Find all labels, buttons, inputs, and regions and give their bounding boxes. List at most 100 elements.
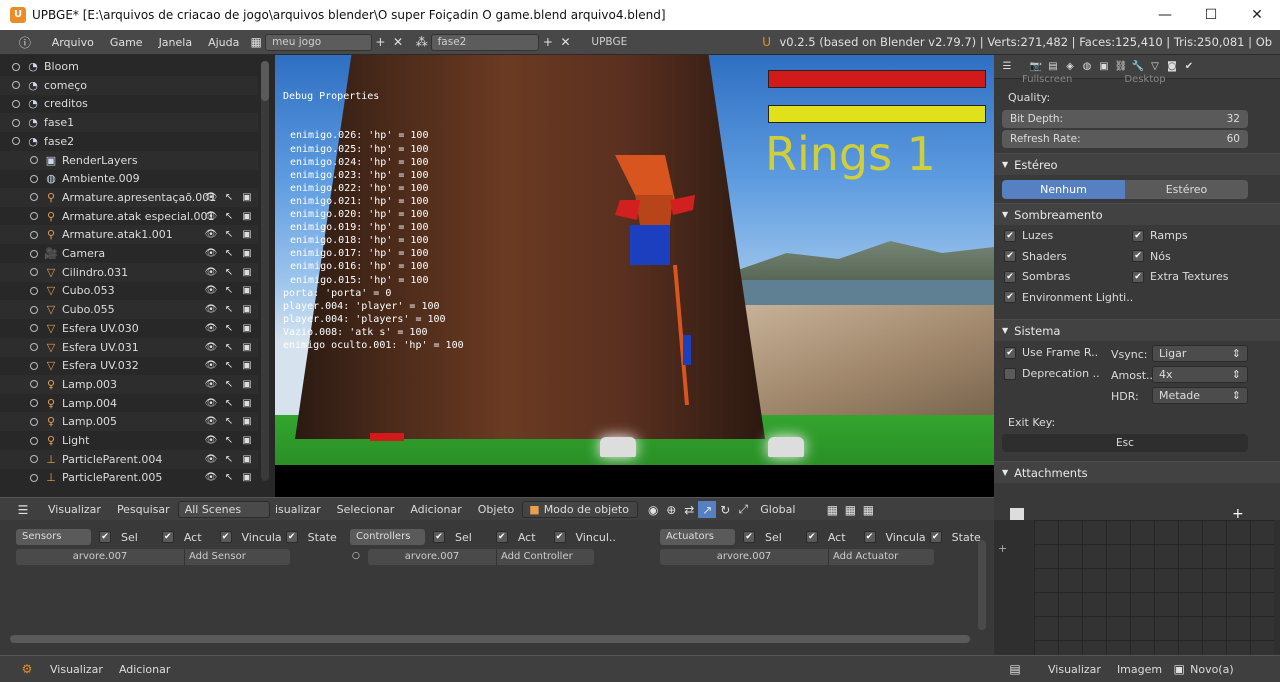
cursor-icon[interactable]: ↖: [222, 360, 236, 371]
screen-layout-icon[interactable]: ▦: [247, 34, 265, 51]
expand-toggle-icon[interactable]: [30, 156, 38, 164]
stereo-panel-header[interactable]: ▼ Estéreo: [994, 153, 1280, 175]
outliner-editor-icon[interactable]: ☰: [14, 501, 32, 518]
cursor-icon[interactable]: ↖: [222, 379, 236, 390]
system-panel-header[interactable]: ▼ Sistema: [994, 319, 1280, 341]
attachments-panel-header[interactable]: ▼ Attachments: [994, 461, 1280, 483]
eye-icon[interactable]: 👁: [204, 454, 218, 465]
outliner-row[interactable]: ⊥ ParticleParent.005 👁 ↖ ▣: [0, 468, 258, 487]
eye-icon[interactable]: 👁: [204, 248, 218, 259]
properties-editor-icon[interactable]: ☰: [1000, 60, 1014, 74]
expand-toggle-icon[interactable]: [30, 436, 38, 445]
translate-icon[interactable]: ↗: [698, 501, 717, 518]
render-icon[interactable]: ▣: [240, 342, 254, 353]
outliner-row[interactable]: ◔ creditos: [0, 94, 258, 113]
sensors-dropdown[interactable]: Sensors: [16, 529, 91, 545]
cursor-icon[interactable]: ↖: [222, 304, 236, 315]
remove-screen-icon[interactable]: ✕: [389, 34, 407, 51]
actuators-dropdown[interactable]: Actuators: [660, 529, 735, 545]
eye-icon[interactable]: 👁: [204, 472, 218, 483]
render-icon[interactable]: ▣: [240, 454, 254, 465]
shading-panel-header[interactable]: ▼ Sombreamento: [994, 203, 1280, 225]
game-viewport[interactable]: Rings 1 Debug Properties enimigo.026: 'h…: [275, 55, 994, 497]
actuators-sel-checkbox[interactable]: [743, 531, 755, 543]
physics-tab-icon[interactable]: ✔: [1182, 60, 1196, 74]
scene-icon[interactable]: ⁂: [413, 34, 431, 51]
image-browse-icon[interactable]: ▣: [1170, 661, 1188, 678]
hdr-dropdown[interactable]: Metade ⇕: [1152, 387, 1248, 404]
expand-toggle-icon[interactable]: [30, 249, 38, 258]
image-view-menu[interactable]: Visualizar: [1040, 663, 1109, 676]
menu-game[interactable]: Game: [102, 36, 151, 49]
object-tab-icon[interactable]: ▣: [1097, 60, 1111, 74]
menu-janela[interactable]: Janela: [151, 36, 201, 49]
expand-toggle-icon[interactable]: [12, 62, 20, 71]
render-icon[interactable]: ▣: [240, 379, 254, 390]
scene-tab-icon[interactable]: ◈: [1063, 60, 1077, 74]
shading-checkbox[interactable]: [1004, 250, 1016, 262]
stereo-none-option[interactable]: Nenhum: [1002, 179, 1125, 199]
screen-layout-field[interactable]: meu jogo: [265, 33, 372, 51]
eye-icon[interactable]: 👁: [204, 229, 218, 240]
outliner-row[interactable]: ▽ Esfera UV.031 👁 ↖ ▣: [0, 337, 258, 357]
render-tab-icon[interactable]: 📷: [1029, 60, 1043, 74]
render-icon[interactable]: ▣: [240, 416, 254, 427]
shading-checkbox[interactable]: [1132, 229, 1144, 242]
actuators-act-checkbox[interactable]: [805, 531, 818, 543]
expand-toggle-icon[interactable]: [30, 473, 38, 482]
outliner-row[interactable]: ⊥ ParticleParent.004 👁 ↖ ▣: [0, 449, 258, 469]
expand-toggle-icon[interactable]: [12, 81, 20, 90]
actuators-state-checkbox[interactable]: [929, 531, 942, 543]
outliner-row[interactable]: ♀ Lamp.004 👁 ↖ ▣: [0, 394, 258, 413]
image-editor[interactable]: + +: [994, 506, 1280, 655]
outliner-row[interactable]: ♀ Lamp.003 👁 ↖ ▣: [0, 374, 258, 394]
modifiers-tab-icon[interactable]: 🔧: [1131, 60, 1145, 74]
cursor-icon[interactable]: ↖: [222, 267, 236, 278]
outliner-row[interactable]: ◍ Ambiente.009: [0, 169, 258, 188]
logic-vertical-scrollbar[interactable]: [978, 540, 986, 630]
layers-grid-icon[interactable]: ▦: [823, 501, 841, 518]
add-sensor-dropdown[interactable]: Add Sensor: [184, 549, 290, 565]
render-icon[interactable]: ▣: [240, 398, 254, 409]
expand-toggle-icon[interactable]: [12, 118, 20, 127]
render-icon[interactable]: ▣: [240, 229, 254, 240]
outliner-row[interactable]: ▽ Cubo.053 👁 ↖ ▣: [0, 281, 258, 300]
outliner-row[interactable]: ◔ começo: [0, 75, 258, 95]
expand-toggle-icon[interactable]: [30, 361, 38, 370]
add-actuator-dropdown[interactable]: Add Actuator: [828, 549, 934, 565]
scene-field[interactable]: fase2: [430, 33, 539, 51]
expand-toggle-icon[interactable]: [30, 193, 38, 202]
outliner-row[interactable]: ⚲ Armature.atak especial.001 👁 ↖ ▣: [0, 207, 258, 226]
rotate-icon[interactable]: ↻: [716, 501, 734, 518]
cursor-icon[interactable]: ↖: [222, 435, 236, 446]
cursor-icon[interactable]: ↖: [222, 248, 236, 259]
shading-icon[interactable]: ◉: [644, 501, 662, 518]
shading-checkbox[interactable]: [1004, 291, 1016, 303]
expand-toggle-icon[interactable]: [30, 305, 38, 314]
outliner-search-menu[interactable]: Pesquisar: [109, 503, 178, 516]
expand-toggle-icon[interactable]: [12, 137, 20, 146]
expand-toggle-icon[interactable]: [30, 455, 38, 464]
render-icon[interactable]: ▣: [240, 285, 254, 296]
vsync-dropdown[interactable]: Ligar ⇕: [1152, 345, 1248, 362]
render-icon[interactable]: ▣: [240, 472, 254, 483]
scale-icon[interactable]: ⤢: [734, 501, 752, 518]
deprecation-checkbox[interactable]: [1004, 367, 1016, 380]
cursor-icon[interactable]: ↖: [222, 472, 236, 483]
cursor-icon[interactable]: ↖: [222, 398, 236, 409]
outliner-row[interactable]: ◔ fase1: [0, 113, 258, 133]
shading-checkbox[interactable]: [1132, 270, 1144, 283]
outliner-row[interactable]: ▽ Esfera UV.032 👁 ↖ ▣: [0, 356, 258, 375]
eye-icon[interactable]: 👁: [204, 435, 218, 446]
outliner-row[interactable]: ◔ Bloom: [0, 57, 258, 76]
expand-toggle-icon[interactable]: [12, 99, 20, 108]
cursor-icon[interactable]: ↖: [222, 211, 236, 222]
eye-icon[interactable]: 👁: [204, 342, 218, 353]
outliner-row[interactable]: ▽ Cubo.055 👁 ↖ ▣: [0, 300, 258, 320]
controllers-link-checkbox[interactable]: [553, 531, 566, 543]
expand-toggle-icon[interactable]: [30, 324, 38, 333]
menu-ajuda[interactable]: Ajuda: [200, 36, 247, 49]
outliner-row[interactable]: ▽ Cilindro.031 👁 ↖ ▣: [0, 262, 258, 282]
eye-icon[interactable]: 👁: [204, 192, 218, 203]
logic-view-menu[interactable]: Visualizar: [42, 663, 111, 676]
